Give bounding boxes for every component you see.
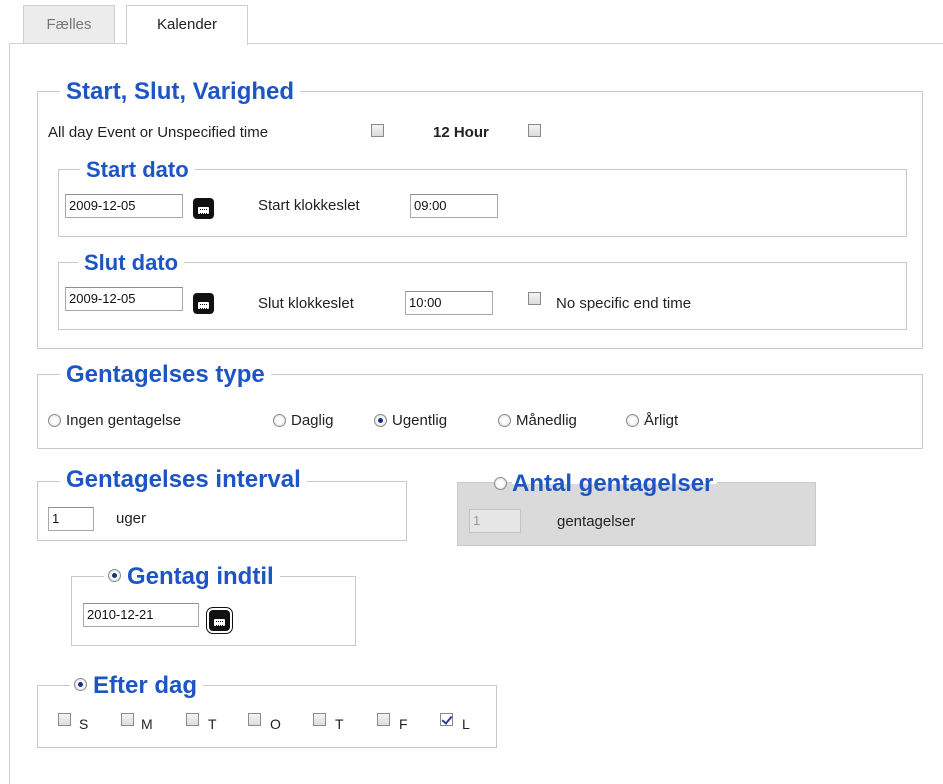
weekday-thursday-checkbox[interactable] bbox=[313, 713, 326, 726]
all-day-label: All day Event or Unspecified time bbox=[48, 124, 269, 141]
start-time-label: Start klokkeslet bbox=[258, 197, 360, 214]
interval-legend: Gentagelses interval bbox=[60, 466, 307, 494]
end-date-calendar-icon[interactable] bbox=[193, 293, 214, 314]
weekday-sunday-label: S bbox=[79, 716, 89, 732]
weekday-tuesday-label: T bbox=[208, 716, 217, 732]
interval-unit-label: uger bbox=[116, 510, 147, 527]
weekday-wednesday-checkbox[interactable] bbox=[248, 713, 261, 726]
tab-general-label: Fælles bbox=[46, 16, 92, 33]
no-end-time-checkbox[interactable] bbox=[528, 292, 541, 305]
count-unit-label: gentagelser bbox=[557, 513, 636, 530]
repeat-type-legend: Gentagelses type bbox=[60, 361, 271, 389]
start-date-calendar-icon[interactable] bbox=[193, 198, 214, 219]
weekday-wednesday-label: O bbox=[270, 716, 281, 732]
weekdays-legend-wrap: Efter dag bbox=[70, 672, 204, 700]
start-time-input[interactable]: 09:00 bbox=[410, 194, 498, 218]
repeat-none-radio[interactable] bbox=[48, 414, 61, 427]
weekdays-radio[interactable] bbox=[74, 678, 87, 692]
end-date-input[interactable]: 2009-12-05 bbox=[65, 287, 183, 311]
tab-calendar-label: Kalender bbox=[156, 16, 218, 33]
all-day-checkbox[interactable] bbox=[371, 124, 384, 137]
interval-input[interactable]: 1 bbox=[48, 507, 94, 531]
weekday-thursday-label: T bbox=[335, 716, 344, 732]
end-date-legend: Slut dato bbox=[78, 249, 185, 277]
weekday-tuesday-checkbox[interactable] bbox=[186, 713, 199, 726]
until-calendar-icon[interactable] bbox=[209, 610, 230, 631]
count-legend: Antal gentagelser bbox=[512, 470, 718, 498]
end-time-input[interactable]: 10:00 bbox=[405, 291, 493, 315]
repeat-weekly-label: Ugentlig bbox=[392, 412, 448, 429]
start-date-input[interactable]: 2009-12-05 bbox=[65, 194, 183, 218]
repeat-weekly-radio[interactable] bbox=[374, 414, 387, 427]
until-legend: Gentag indtil bbox=[127, 563, 274, 590]
repeat-yearly-radio[interactable] bbox=[626, 414, 639, 427]
weekdays-legend: Efter dag bbox=[93, 672, 198, 699]
until-radio[interactable] bbox=[108, 569, 121, 583]
end-time-label: Slut klokkeslet bbox=[258, 295, 354, 312]
until-legend-wrap: Gentag indtil bbox=[104, 563, 280, 591]
weekday-sunday-checkbox[interactable] bbox=[58, 713, 71, 726]
repeat-monthly-label: Månedlig bbox=[516, 412, 577, 429]
count-radio[interactable] bbox=[494, 477, 507, 490]
timing-legend: Start, Slut, Varighed bbox=[60, 78, 301, 106]
until-date-input[interactable]: 2010-12-21 bbox=[83, 603, 199, 627]
start-date-legend: Start dato bbox=[80, 156, 195, 184]
twelve-hour-checkbox[interactable] bbox=[528, 124, 541, 137]
twelve-hour-label: 12 Hour bbox=[433, 124, 489, 141]
weekday-saturday-label: L bbox=[462, 716, 470, 732]
tab-calendar[interactable]: Kalender bbox=[126, 5, 248, 45]
repeat-daily-radio[interactable] bbox=[273, 414, 286, 427]
repeat-none-label: Ingen gentagelse bbox=[66, 412, 182, 429]
weekday-saturday-checkbox[interactable] bbox=[440, 713, 453, 726]
count-input[interactable]: 1 bbox=[469, 509, 521, 533]
weekday-monday-checkbox[interactable] bbox=[121, 713, 134, 726]
weekday-friday-label: F bbox=[399, 716, 408, 732]
repeat-yearly-label: Årligt bbox=[644, 412, 679, 429]
tab-general[interactable]: Fælles bbox=[23, 5, 115, 44]
repeat-monthly-radio[interactable] bbox=[498, 414, 511, 427]
no-end-time-label: No specific end time bbox=[556, 295, 692, 312]
weekday-monday-label: M bbox=[141, 716, 153, 732]
weekday-friday-checkbox[interactable] bbox=[377, 713, 390, 726]
repeat-daily-label: Daglig bbox=[291, 412, 334, 429]
